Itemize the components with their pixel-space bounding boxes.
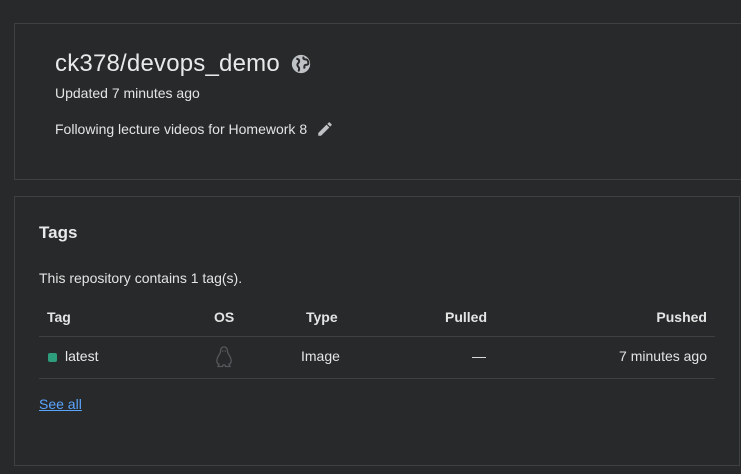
tags-table: Tag OS Type Pulled Pushed latest Image —…: [39, 299, 715, 379]
column-header-type: Type: [306, 309, 338, 325]
column-header-tag: Tag: [47, 309, 71, 325]
updated-text: Updated 7 minutes ago: [55, 85, 200, 101]
table-header: Tag OS Type Pulled Pushed: [39, 299, 715, 337]
column-header-os: OS: [214, 309, 235, 325]
tags-title: Tags: [39, 223, 78, 242]
tag-name[interactable]: latest: [65, 348, 98, 364]
repo-title-row: ck378/devops_demo: [55, 50, 312, 78]
repository-header-card: ck378/devops_demo Updated 7 minutes ago …: [14, 23, 741, 180]
linux-icon: [216, 346, 232, 368]
tag-status-dot: [48, 353, 57, 362]
table-row: latest Image — 7 minutes ago: [39, 337, 715, 379]
tag-type: Image: [301, 348, 340, 364]
public-globe-icon: [291, 54, 311, 74]
description-row: Following lecture videos for Homework 8: [55, 120, 334, 138]
column-header-pushed: Pushed: [656, 309, 707, 325]
repo-description: Following lecture videos for Homework 8: [55, 121, 308, 137]
column-header-pulled: Pulled: [444, 309, 487, 325]
tag-pulled: —: [472, 348, 486, 364]
edit-pencil-icon[interactable]: [316, 120, 334, 138]
tag-pushed: 7 minutes ago: [619, 348, 707, 364]
tags-card: Tags This repository contains 1 tag(s). …: [14, 196, 740, 466]
tags-count-text: This repository contains 1 tag(s).: [39, 270, 243, 286]
see-all-link[interactable]: See all: [39, 396, 82, 412]
repo-name: ck378/devops_demo: [55, 50, 280, 77]
